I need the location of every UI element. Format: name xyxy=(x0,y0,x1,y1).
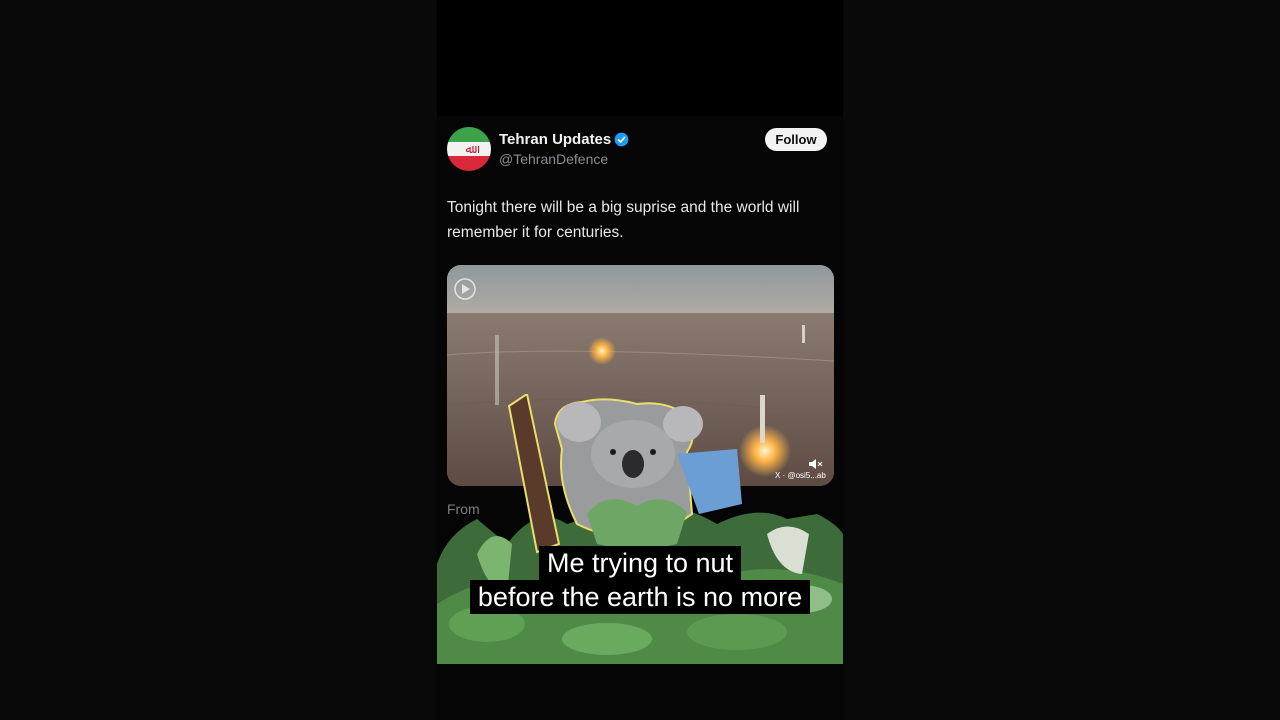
avatar[interactable]: ﷲ xyxy=(447,127,491,171)
top-black-bar xyxy=(437,0,843,116)
tweet-card: ﷲ Tehran Updates @TehranDefence Follow T… xyxy=(437,116,843,720)
video-stage[interactable]: ﷲ Tehran Updates @TehranDefence Follow T… xyxy=(437,0,843,720)
letterbox-right xyxy=(843,0,1280,720)
follow-button[interactable]: Follow xyxy=(765,128,827,151)
koala-sticker xyxy=(437,394,843,664)
display-name[interactable]: Tehran Updates xyxy=(499,131,611,148)
user-handle[interactable]: @TehranDefence xyxy=(499,151,608,167)
iran-emblem-icon: ﷲ xyxy=(465,141,473,156)
verified-badge-icon xyxy=(614,132,629,147)
tweet-text: Tonight there will be a big suprise and … xyxy=(447,199,800,241)
letterbox-left xyxy=(0,0,437,720)
